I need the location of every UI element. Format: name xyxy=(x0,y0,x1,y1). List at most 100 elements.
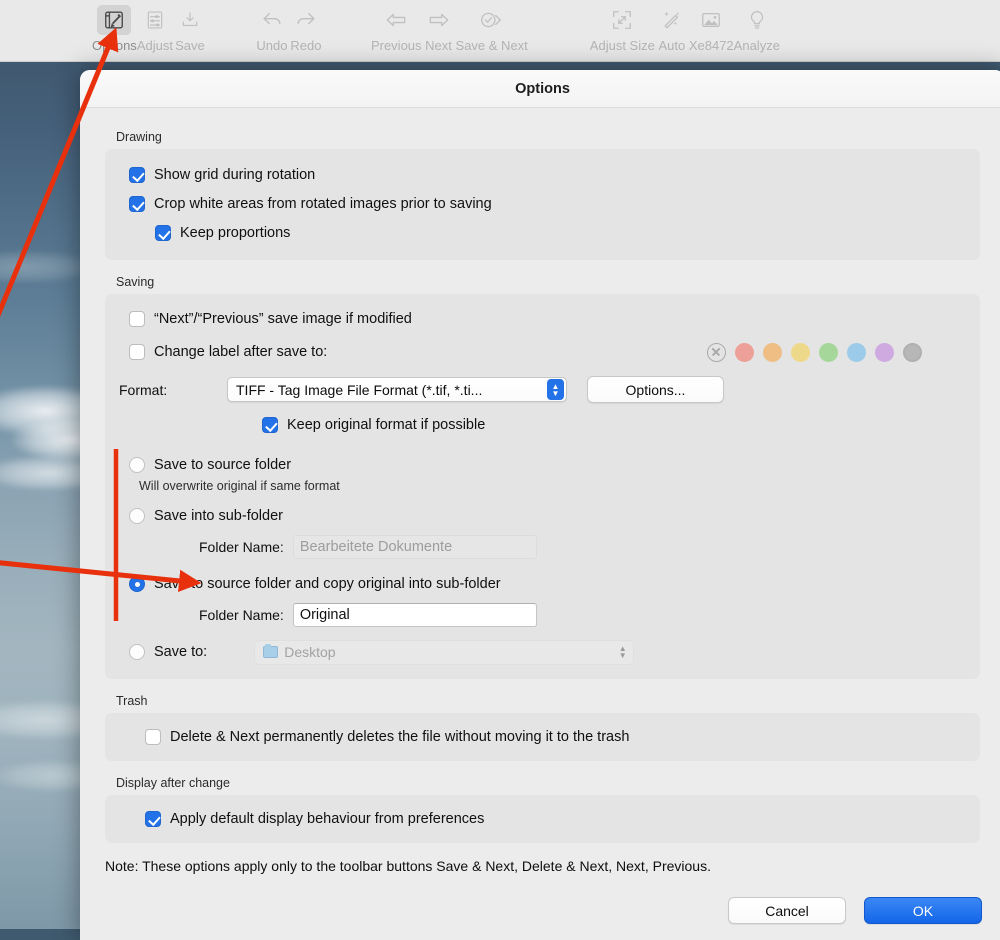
toolbar-label: Xe8472 xyxy=(689,38,734,53)
radio-label: Save to source folder and copy original … xyxy=(154,576,501,592)
checkbox-row-next-previous-save[interactable]: “Next”/“Previous” save image if modified xyxy=(129,306,966,332)
radio-row-save-source-and-copy[interactable]: Save to source folder and copy original … xyxy=(129,571,966,597)
folder-name-label: Folder Name: xyxy=(199,539,284,555)
group-trash: Delete & Next permanently deletes the fi… xyxy=(105,713,980,761)
folder-name-value: Original xyxy=(300,607,350,623)
toolbar-button-next[interactable]: Next xyxy=(422,0,456,53)
checkbox-delete-permanently[interactable] xyxy=(145,729,161,745)
swatch-none-icon[interactable] xyxy=(707,343,726,362)
swatch-orange[interactable] xyxy=(763,343,782,362)
toolbar-button-auto[interactable]: Auto xyxy=(655,0,689,53)
checkbox-show-grid[interactable] xyxy=(129,167,145,183)
radio-save-to-source-folder[interactable] xyxy=(129,457,145,473)
toolbar-button-save[interactable]: Save xyxy=(173,0,207,53)
checkbox-row-apply-default-display[interactable]: Apply default display behaviour from pre… xyxy=(145,806,966,832)
swatch-blue[interactable] xyxy=(847,343,866,362)
checkbox-label: Apply default display behaviour from pre… xyxy=(170,811,484,827)
toolbar-label: Save xyxy=(175,38,205,53)
checkbox-row-keep-original-format[interactable]: Keep original format if possible xyxy=(262,412,966,438)
swatch-purple[interactable] xyxy=(875,343,894,362)
expand-icon xyxy=(605,5,639,35)
radio-subnote-overwrite: Will overwrite original if same format xyxy=(139,479,966,493)
swatch-gray[interactable] xyxy=(903,343,922,362)
toolbar-label: Save & Next xyxy=(456,38,528,53)
checkbox-label: Change label after save to: xyxy=(154,344,327,360)
format-options-button[interactable]: Options... xyxy=(587,376,724,403)
redo-icon xyxy=(289,5,323,35)
radio-row-save-to[interactable]: Save to: Desktop ▲▼ xyxy=(129,639,966,665)
radio-save-source-and-copy[interactable] xyxy=(129,576,145,592)
photo-icon xyxy=(694,5,728,35)
toolbar-button-redo[interactable]: Redo xyxy=(289,0,323,53)
arrow-right-icon xyxy=(422,5,456,35)
checkbox-crop-white-areas[interactable] xyxy=(129,196,145,212)
group-saving: “Next”/“Previous” save image if modified… xyxy=(105,294,980,679)
swatch-yellow[interactable] xyxy=(791,343,810,362)
toolbar-button-save-and-next[interactable]: Save & Next xyxy=(456,0,528,53)
swatch-red[interactable] xyxy=(735,343,754,362)
radio-row-save-into-sub-folder[interactable]: Save into sub-folder xyxy=(129,503,966,529)
checkbox-label: Keep proportions xyxy=(180,225,290,241)
options-dialog: Options Drawing Show grid during rotatio… xyxy=(80,70,1000,940)
checkbox-label: Show grid during rotation xyxy=(154,167,315,183)
checkbox-next-previous-save[interactable] xyxy=(129,311,145,327)
dialog-titlebar: Options xyxy=(80,70,1000,108)
checkbox-row-crop-white-areas[interactable]: Crop white areas from rotated images pri… xyxy=(129,191,966,217)
format-select[interactable]: TIFF - Tag Image File Format (*.tif, *.t… xyxy=(227,377,567,402)
swatch-green[interactable] xyxy=(819,343,838,362)
toolbar-label: Undo xyxy=(256,38,287,53)
folder-icon xyxy=(263,646,278,658)
format-select-value: TIFF - Tag Image File Format (*.tif, *.t… xyxy=(236,382,482,398)
save-icon xyxy=(173,5,207,35)
folder-name-row-sub-folder: Folder Name: Bearbeitete Dokumente xyxy=(199,534,966,560)
adjust-icon xyxy=(138,5,172,35)
checkbox-row-keep-proportions[interactable]: Keep proportions xyxy=(155,220,966,246)
radio-label: Save to source folder xyxy=(154,457,291,473)
toolbar-label: Analyze xyxy=(734,38,780,53)
checkbox-row-change-label[interactable]: Change label after save to: xyxy=(129,339,966,365)
checkbox-row-show-grid[interactable]: Show grid during rotation xyxy=(129,162,966,188)
toolbar-button-xe8472[interactable]: Xe8472 xyxy=(689,0,734,53)
magic-wand-icon xyxy=(655,5,689,35)
toolbar-button-adjust-size[interactable]: Adjust Size xyxy=(590,0,655,53)
toolbar-label: Auto xyxy=(658,38,685,53)
save-to-path-value: Desktop xyxy=(284,644,335,660)
toolbar-label: Adjust Size xyxy=(590,38,655,53)
toolbar-button-analyze[interactable]: Analyze xyxy=(734,0,780,53)
lightbulb-icon xyxy=(740,5,774,35)
folder-name-input-original[interactable]: Original xyxy=(293,603,537,627)
checkbox-label: “Next”/“Previous” save image if modified xyxy=(154,311,412,327)
toolbar-label: Options xyxy=(92,38,137,53)
radio-save-into-sub-folder[interactable] xyxy=(129,508,145,524)
chevron-updown-icon: ▲▼ xyxy=(547,379,564,400)
group-drawing: Show grid during rotation Crop white are… xyxy=(105,149,980,260)
radio-row-save-to-source-folder[interactable]: Save to source folder xyxy=(129,452,966,478)
toolbar-button-undo[interactable]: Undo xyxy=(255,0,289,53)
chevron-updown-icon: ▲▼ xyxy=(614,642,631,663)
arrow-left-icon xyxy=(379,5,413,35)
checkbox-row-delete-permanently[interactable]: Delete & Next permanently deletes the fi… xyxy=(145,724,966,750)
checkbox-label: Crop white areas from rotated images pri… xyxy=(154,196,492,212)
save-next-icon xyxy=(475,5,509,35)
toolbar-button-previous[interactable]: Previous xyxy=(371,0,422,53)
checkbox-keep-original-format[interactable] xyxy=(262,417,278,433)
group-label-trash: Trash xyxy=(116,694,980,708)
toolbar-button-options[interactable]: Options xyxy=(92,0,137,53)
checkbox-apply-default-display[interactable] xyxy=(145,811,161,827)
save-to-path-select[interactable]: Desktop ▲▼ xyxy=(254,640,634,665)
destination-radio-group: Save to source folder Will overwrite ori… xyxy=(119,452,966,665)
group-label-drawing: Drawing xyxy=(116,130,980,144)
dialog-footer: Cancel OK xyxy=(728,897,982,924)
format-row: Format: TIFF - Tag Image File Format (*.… xyxy=(119,376,966,403)
toolbar-button-adjust[interactable]: Adjust xyxy=(137,0,173,53)
cancel-button[interactable]: Cancel xyxy=(728,897,846,924)
folder-name-placeholder: Bearbeitete Dokumente xyxy=(300,539,452,555)
radio-save-to[interactable] xyxy=(129,644,145,660)
folder-name-input-sub-folder[interactable]: Bearbeitete Dokumente xyxy=(293,535,537,559)
folder-name-row-original: Folder Name: Original xyxy=(199,602,966,628)
ok-button[interactable]: OK xyxy=(864,897,982,924)
checkbox-keep-proportions[interactable] xyxy=(155,225,171,241)
toolbar-label: Adjust xyxy=(137,38,173,53)
checkbox-change-label[interactable] xyxy=(129,344,145,360)
label-color-swatches xyxy=(707,343,922,362)
